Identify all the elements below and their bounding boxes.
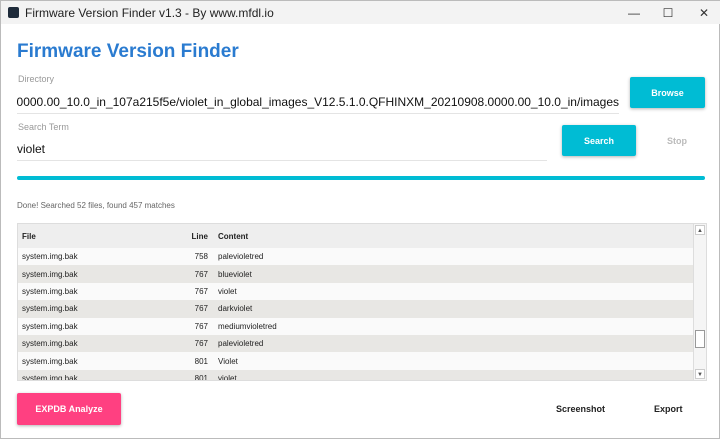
stop-button[interactable]: Stop bbox=[667, 136, 687, 146]
cell-content: violet bbox=[218, 373, 237, 381]
cell-line: 767 bbox=[194, 321, 208, 331]
browse-button[interactable]: Browse bbox=[630, 77, 705, 108]
maximize-button[interactable]: ☐ bbox=[651, 1, 685, 24]
status-text: Done! Searched 52 files, found 457 match… bbox=[17, 201, 175, 210]
cell-file: system.img.bak bbox=[22, 356, 78, 366]
cell-line: 801 bbox=[194, 373, 208, 381]
cell-line: 801 bbox=[194, 356, 208, 366]
cell-content: Violet bbox=[218, 356, 238, 366]
cell-content: mediumvioletred bbox=[218, 321, 277, 331]
cell-line: 767 bbox=[194, 339, 208, 349]
table-row[interactable]: system.img.bak 758 palevioletred bbox=[18, 248, 693, 266]
cell-file: system.img.bak bbox=[22, 373, 78, 381]
cell-line: 767 bbox=[194, 286, 208, 296]
column-header-line[interactable]: Line bbox=[178, 232, 208, 241]
table-header: File Line Content bbox=[18, 224, 693, 248]
export-button[interactable]: Export bbox=[654, 404, 683, 414]
scrollbar-thumb[interactable] bbox=[695, 330, 705, 348]
title-bar: Firmware Version Finder v1.3 - By www.mf… bbox=[1, 1, 720, 24]
cell-file: system.img.bak bbox=[22, 321, 78, 331]
cell-content: violet bbox=[218, 286, 237, 296]
progress-bar bbox=[17, 176, 705, 180]
page-title: Firmware Version Finder bbox=[17, 41, 239, 62]
cell-file: system.img.bak bbox=[22, 304, 78, 314]
cell-file: system.img.bak bbox=[22, 339, 78, 349]
close-button[interactable]: ✕ bbox=[687, 1, 720, 24]
scroll-up-arrow-icon[interactable]: ▲ bbox=[695, 225, 705, 235]
cell-line: 758 bbox=[194, 252, 208, 262]
table-row[interactable]: system.img.bak 801 violet bbox=[18, 369, 693, 381]
cell-line: 767 bbox=[194, 269, 208, 279]
search-button[interactable]: Search bbox=[562, 125, 636, 156]
column-header-content[interactable]: Content bbox=[208, 232, 248, 241]
directory-value: M_20210908.0000.00_10.0_in_107a215f5e/vi… bbox=[17, 95, 619, 109]
table-scrollbar[interactable]: ▲ ▼ bbox=[693, 224, 706, 380]
cell-content: blueviolet bbox=[218, 269, 252, 279]
table-row[interactable]: system.img.bak 767 blueviolet bbox=[18, 265, 693, 283]
column-header-file[interactable]: File bbox=[18, 232, 178, 241]
table-row[interactable]: system.img.bak 767 mediumvioletred bbox=[18, 317, 693, 335]
cell-file: system.img.bak bbox=[22, 269, 78, 279]
cell-line: 767 bbox=[194, 304, 208, 314]
expdb-analyze-button[interactable]: EXPDB Analyze bbox=[17, 393, 121, 425]
cell-content: palevioletred bbox=[218, 252, 264, 262]
table-row[interactable]: system.img.bak 767 violet bbox=[18, 282, 693, 301]
cell-file: system.img.bak bbox=[22, 286, 78, 296]
search-term-label: Search Term bbox=[18, 122, 69, 132]
cell-file: system.img.bak bbox=[22, 252, 78, 262]
screenshot-button[interactable]: Screenshot bbox=[556, 404, 605, 414]
table-row[interactable]: system.img.bak 801 Violet bbox=[18, 352, 693, 370]
app-icon bbox=[8, 7, 19, 18]
cell-content: palevioletred bbox=[218, 339, 264, 349]
cell-content: darkviolet bbox=[218, 304, 253, 314]
minimize-button[interactable]: — bbox=[617, 1, 651, 24]
table-row[interactable]: system.img.bak 767 darkviolet bbox=[18, 300, 693, 318]
directory-label: Directory bbox=[18, 74, 55, 84]
directory-input[interactable]: M_20210908.0000.00_10.0_in_107a215f5e/vi… bbox=[17, 95, 619, 114]
table-row[interactable]: system.img.bak 767 palevioletred bbox=[18, 334, 693, 353]
results-table: File Line Content system.img.bak 758 palev… bbox=[17, 223, 707, 381]
scroll-down-arrow-icon[interactable]: ▼ bbox=[695, 369, 705, 379]
search-input[interactable]: violet bbox=[17, 142, 547, 161]
window-title: Firmware Version Finder v1.3 - By www.mf… bbox=[25, 5, 274, 20]
